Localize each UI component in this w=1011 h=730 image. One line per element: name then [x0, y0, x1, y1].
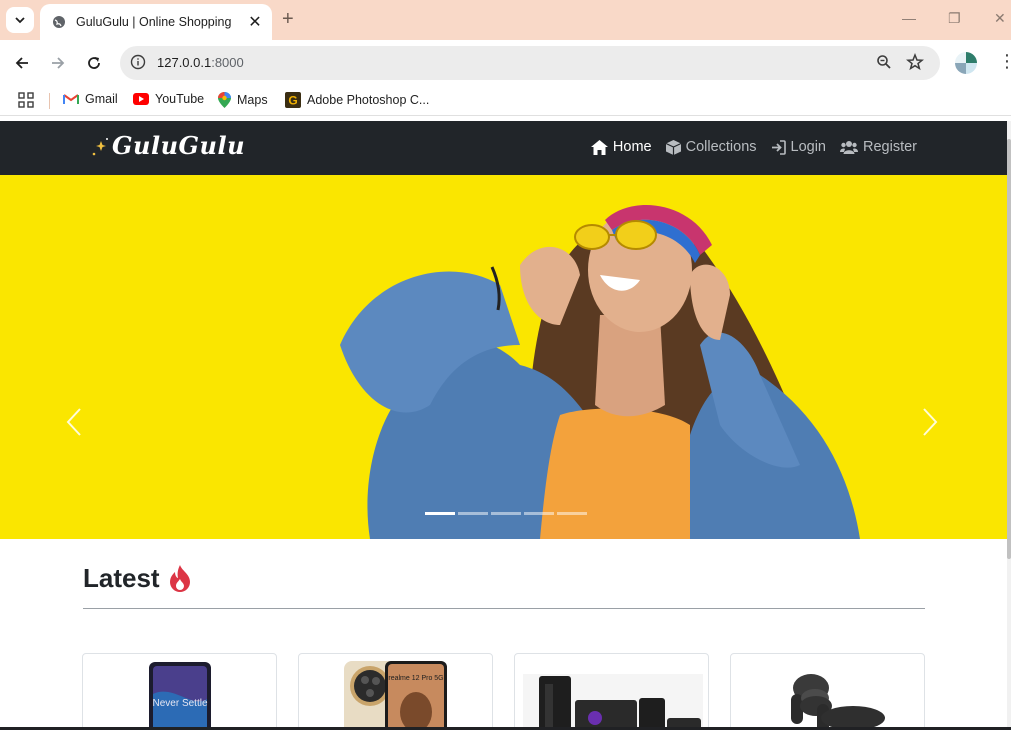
globe-icon — [53, 16, 65, 28]
product-card[interactable]: realme 12 Pro 5G — [298, 653, 493, 730]
bookmarks-divider — [49, 93, 50, 109]
svg-text:G: G — [288, 94, 297, 108]
new-tab-icon[interactable]: + — [282, 8, 294, 31]
svg-text:Never Settle: Never Settle — [152, 698, 207, 709]
minimize-icon[interactable]: — — [902, 10, 916, 26]
login-icon — [771, 139, 786, 155]
users-icon — [840, 140, 858, 154]
product-image — [791, 674, 885, 730]
photoshop-g-icon: G — [285, 92, 301, 108]
url-text: 127.0.0.1:8000 — [157, 55, 244, 70]
fire-icon — [168, 564, 192, 593]
carousel-indicator[interactable] — [425, 512, 455, 515]
bookmark-photoshop[interactable]: G Adobe Photoshop C... — [285, 92, 429, 108]
bookmark-maps[interactable]: Maps — [218, 92, 268, 108]
reload-button[interactable] — [83, 52, 105, 74]
scrollbar-thumb[interactable] — [1007, 139, 1011, 559]
arrow-right-icon — [52, 57, 65, 69]
brand-name: GuluGulu — [112, 131, 246, 160]
profile-avatar[interactable] — [955, 52, 977, 74]
reload-icon — [88, 57, 100, 69]
arrow-left-icon — [15, 57, 28, 69]
bookmark-youtube[interactable]: YouTube — [133, 92, 204, 106]
product-image — [523, 674, 703, 730]
browser-tab[interactable]: GuluGulu | Online Shopping ✕ — [40, 4, 272, 40]
address-bar[interactable]: 127.0.0.1:8000 — [120, 46, 940, 80]
sparkle-icon — [92, 137, 108, 155]
nav-login[interactable]: Login — [771, 139, 826, 155]
nav-home[interactable]: Home — [590, 139, 652, 155]
brand-logo[interactable]: GuluGulu — [90, 131, 245, 160]
hero-carousel — [0, 175, 1007, 539]
apps-icon[interactable] — [18, 92, 34, 108]
carousel-indicators — [425, 512, 587, 515]
page-viewport: GuluGulu Home Collections Login Register — [0, 121, 1011, 730]
hero-slide-image — [0, 175, 1007, 539]
browser-menu-icon[interactable]: ⋮ — [998, 52, 1011, 70]
close-window-icon[interactable]: ✕ — [994, 10, 1006, 27]
section-heading: Latest — [83, 563, 192, 594]
zoom-icon[interactable] — [876, 54, 892, 75]
product-image: realme 12 Pro 5G — [344, 661, 447, 730]
carousel-indicator[interactable] — [524, 512, 554, 515]
forward-button[interactable] — [47, 52, 69, 74]
site-navbar: GuluGulu Home Collections Login Register — [0, 121, 1007, 175]
product-card[interactable] — [730, 653, 925, 730]
youtube-icon — [133, 93, 149, 105]
restore-icon[interactable]: ❐ — [948, 10, 961, 27]
tab-title: GuluGulu | Online Shopping — [76, 15, 232, 29]
page-scrollbar[interactable] — [1007, 121, 1011, 730]
chevron-down-icon — [15, 17, 25, 24]
nav-links: Home Collections Login Register — [590, 139, 917, 155]
section-divider — [83, 608, 925, 609]
tab-search-button[interactable] — [6, 7, 34, 33]
svg-text:realme 12 Pro 5G: realme 12 Pro 5G — [388, 675, 443, 682]
home-icon — [590, 139, 608, 155]
product-card[interactable] — [514, 653, 709, 730]
carousel-indicator[interactable] — [491, 512, 521, 515]
carousel-indicator[interactable] — [557, 512, 587, 515]
nav-collections[interactable]: Collections — [665, 139, 757, 155]
product-card[interactable]: Never Settle — [82, 653, 277, 730]
carousel-next-icon[interactable] — [922, 407, 938, 442]
product-image: Never Settle — [149, 662, 211, 730]
back-button[interactable] — [11, 52, 33, 74]
bookmark-gmail[interactable]: Gmail — [63, 92, 118, 106]
nav-register[interactable]: Register — [840, 139, 917, 155]
carousel-indicator[interactable] — [458, 512, 488, 515]
carousel-prev-icon[interactable] — [66, 407, 82, 442]
browser-toolbar: 127.0.0.1:8000 ⋮ — [0, 40, 1011, 86]
site-info-icon[interactable] — [130, 54, 146, 75]
browser-tab-strip: GuluGulu | Online Shopping ✕ + — ❐ ✕ — [0, 0, 1011, 40]
tab-close-icon[interactable]: ✕ — [246, 12, 264, 32]
bookmark-star-icon[interactable] — [906, 52, 924, 76]
bookmarks-bar: Gmail YouTube Maps G Adobe Photoshop C..… — [0, 86, 1011, 116]
box-icon — [665, 139, 681, 155]
gmail-icon — [63, 93, 79, 105]
maps-pin-icon — [218, 92, 231, 108]
